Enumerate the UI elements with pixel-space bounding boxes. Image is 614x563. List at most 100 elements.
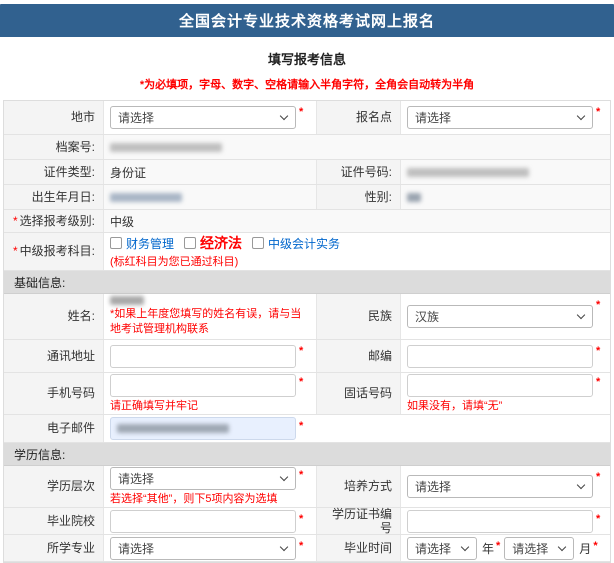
edu-level-note: 若选择“其他”，则下5项内容为选填 xyxy=(110,492,303,507)
subject-finance-label: 财务管理 xyxy=(126,235,174,252)
checkbox-subject-economic-law[interactable] xyxy=(184,237,196,249)
grad-month-unit: 月 xyxy=(579,540,591,557)
landline-input[interactable] xyxy=(407,374,593,397)
mobile-note: 请正确填写并牢记 xyxy=(110,399,303,414)
row-email: 电子邮件 * xyxy=(4,415,610,443)
city-select[interactable]: 请选择 xyxy=(110,106,296,129)
grad-year-unit: 年 xyxy=(482,540,494,557)
cert-no-label: 学历证书编号 xyxy=(317,508,401,534)
required-asterisk: * xyxy=(596,376,600,388)
chevron-down-icon xyxy=(577,311,585,319)
required-asterisk: * xyxy=(299,345,303,357)
gender-label: 性别: xyxy=(317,185,401,209)
chevron-down-icon xyxy=(280,112,288,120)
postcode-input[interactable] xyxy=(407,345,593,368)
row-birth-gender: 出生年月日: 性别: xyxy=(4,185,610,210)
required-asterisk: * xyxy=(299,106,303,118)
exam-level-label: 选择报考级别: xyxy=(20,214,95,228)
postcode-label: 邮编 xyxy=(317,340,401,372)
chevron-down-icon xyxy=(280,472,288,480)
required-asterisk: * xyxy=(596,106,600,118)
school-label: 毕业院校 xyxy=(4,508,104,534)
chevron-down-icon xyxy=(577,481,585,489)
mobile-label: 手机号码 xyxy=(4,373,104,414)
required-asterisk: * xyxy=(299,469,303,481)
row-exam-level: * 选择报考级别: 中级 xyxy=(4,210,610,233)
row-exam-subjects: * 中级报考科目: 财务管理 经济法 xyxy=(4,233,610,271)
required-asterisk: * xyxy=(13,244,18,258)
major-select[interactable]: 请选择 xyxy=(110,537,296,560)
id-type-label: 证件类型: xyxy=(4,160,104,184)
required-asterisk: * xyxy=(299,540,303,552)
archive-no-redacted-value xyxy=(110,143,222,152)
section-basic-info: 基础信息: xyxy=(4,271,610,294)
row-city-site: 地市 请选择 * 报名点 请选择 * xyxy=(4,101,610,135)
page-title: 填写报考信息 xyxy=(0,49,614,68)
row-id-type-no: 证件类型: 身份证 证件号码: xyxy=(4,160,610,185)
row-mobile-landline: 手机号码 * 请正确填写并牢记 固话号码 * 如果没有，请填“无 xyxy=(4,373,610,415)
edu-level-label: 学历层次 xyxy=(4,466,104,507)
birth-redacted-value xyxy=(110,193,182,202)
mobile-input[interactable] xyxy=(110,374,296,397)
address-label: 通讯地址 xyxy=(4,340,104,372)
exam-level-value: 中级 xyxy=(110,213,134,230)
landline-note: 如果没有，请填“无” xyxy=(407,399,600,414)
row-name-ethnicity: 姓名: *如果上年度您填写的姓名有误，请与当地考试管理机构联系 民族 汉族 * xyxy=(4,294,610,340)
ethnicity-label: 民族 xyxy=(317,294,401,339)
required-asterisk: * xyxy=(13,214,18,228)
address-input[interactable] xyxy=(110,345,296,368)
required-asterisk: * xyxy=(596,513,600,525)
training-select[interactable]: 请选择 xyxy=(407,475,593,498)
chevron-down-icon xyxy=(577,112,585,120)
gender-redacted-value xyxy=(407,193,421,202)
name-label: 姓名: xyxy=(4,294,104,339)
header-bar: 全国会计专业技术资格考试网上报名 xyxy=(0,4,614,37)
registration-form: 地市 请选择 * 报名点 请选择 * 档案号: xyxy=(3,100,611,563)
id-type-value: 身份证 xyxy=(110,164,146,181)
registration-page: 全国会计专业技术资格考试网上报名 填写报考信息 *为必填项，字母、数字、空格请输… xyxy=(0,0,614,563)
checkbox-subject-finance[interactable] xyxy=(110,237,122,249)
chevron-down-icon xyxy=(280,542,288,550)
grad-year-select[interactable]: 请选择 xyxy=(407,537,477,560)
email-redacted-value xyxy=(117,424,229,433)
required-asterisk: * xyxy=(299,513,303,525)
required-fields-note: *为必填项，字母、数字、空格请输入半角字符，全角会自动转为半角 xyxy=(0,76,614,92)
app-title: 全国会计专业技术资格考试网上报名 xyxy=(179,10,435,31)
email-label: 电子邮件 xyxy=(4,415,104,442)
subject-accounting-practice-label: 中级会计实务 xyxy=(268,235,340,252)
required-asterisk: * xyxy=(299,420,303,432)
chevron-down-icon xyxy=(558,542,566,550)
city-label: 地市 xyxy=(4,101,104,134)
required-asterisk: * xyxy=(596,471,600,483)
email-input[interactable] xyxy=(110,417,296,440)
grad-month-select[interactable]: 请选择 xyxy=(504,537,574,560)
training-label: 培养方式 xyxy=(317,466,401,507)
archive-no-label: 档案号: xyxy=(4,135,104,159)
required-asterisk: * xyxy=(593,540,597,552)
section-education-info: 学历信息: xyxy=(4,443,610,466)
subjects-label: 中级报考科目: xyxy=(20,244,95,258)
subjects-passed-note: (标红科目为您已通过科目) xyxy=(110,255,350,270)
site-select[interactable]: 请选择 xyxy=(407,106,593,129)
name-redacted-value xyxy=(110,296,144,305)
ethnicity-select[interactable]: 汉族 xyxy=(407,305,593,328)
required-asterisk: * xyxy=(596,299,600,311)
required-asterisk: * xyxy=(299,376,303,388)
required-asterisk: * xyxy=(596,345,600,357)
row-school-certno: 毕业院校 * 学历证书编号 * xyxy=(4,508,610,535)
required-asterisk: * xyxy=(496,540,500,552)
school-input[interactable] xyxy=(110,510,296,533)
name-correction-note: *如果上年度您填写的姓名有误，请与当地考试管理机构联系 xyxy=(110,307,310,337)
chevron-down-icon xyxy=(461,542,469,550)
edu-level-select[interactable]: 请选择 xyxy=(110,467,296,490)
landline-label: 固话号码 xyxy=(317,373,401,414)
row-address-postcode: 通讯地址 * 邮编 * xyxy=(4,340,610,373)
checkbox-subject-accounting-practice[interactable] xyxy=(252,237,264,249)
birth-label: 出生年月日: xyxy=(4,185,104,209)
row-edu-level-training: 学历层次 请选择 * 若选择“其他”，则下5项内容为选填 培养方式 请选择 xyxy=(4,466,610,508)
subject-economic-law-label: 经济法 xyxy=(200,233,242,253)
grad-time-label: 毕业时间 xyxy=(317,535,401,561)
site-label: 报名点 xyxy=(317,101,401,134)
cert-no-input[interactable] xyxy=(407,510,593,533)
row-major-gradtime: 所学专业 请选择 * 毕业时间 请选择 年 * 请选择 xyxy=(4,535,610,562)
